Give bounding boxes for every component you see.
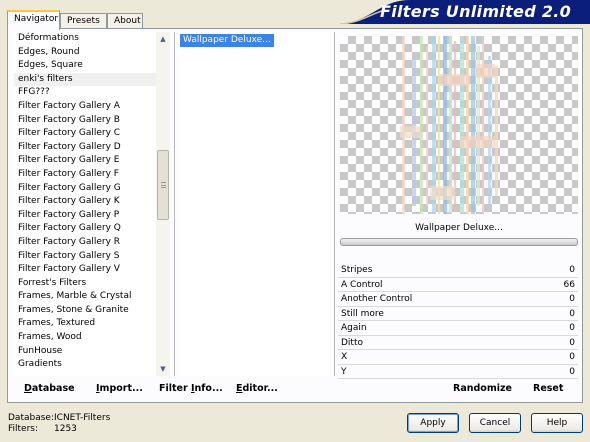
category-item[interactable]: Frames, Stone & Granite: [14, 304, 170, 318]
control-label: Another Control: [341, 294, 413, 304]
category-item[interactable]: Filter Factory Gallery G: [14, 182, 170, 196]
category-item[interactable]: Edges, Square: [14, 59, 170, 73]
database-label: Database:: [8, 413, 54, 423]
control-label: A Control: [341, 279, 383, 290]
panel-button-bar: Database Import... Filter Info... Editor…: [14, 377, 578, 401]
category-item[interactable]: FunHouse: [14, 345, 170, 359]
scroll-up-icon[interactable]: ▲: [156, 32, 170, 46]
category-item[interactable]: Filter Factory Gallery R: [14, 236, 170, 250]
filters-label: Filters:: [8, 424, 39, 434]
filter-preview: [340, 36, 578, 214]
control-value[interactable]: 0: [569, 292, 575, 306]
banner-title: Filters Unlimited 2.0: [380, 2, 572, 21]
category-item[interactable]: Forrest's Filters: [14, 277, 170, 291]
control-label: Ditto: [341, 337, 363, 348]
category-item[interactable]: Filter Factory Gallery Q: [14, 222, 170, 236]
control-label: X: [341, 352, 348, 362]
category-item[interactable]: Filter Factory Gallery E: [14, 154, 170, 168]
grip-icon: [160, 182, 166, 188]
divider: [174, 32, 175, 376]
control-value[interactable]: 0: [569, 307, 575, 321]
category-item[interactable]: Filter Factory Gallery V: [14, 263, 170, 277]
control-row[interactable]: Stripes 0: [338, 263, 578, 278]
control-label: Still more: [341, 308, 384, 319]
preview-progress-bar: [340, 238, 578, 246]
category-item[interactable]: Frames, Wood: [14, 331, 170, 345]
control-value[interactable]: 66: [564, 278, 575, 292]
randomize-button[interactable]: Randomize: [453, 383, 512, 394]
preview-image: [400, 36, 498, 214]
category-item[interactable]: Filter Factory Gallery S: [14, 250, 170, 264]
filter-list[interactable]: Wallpaper Deluxe...: [178, 32, 330, 376]
control-row[interactable]: Ditto 0: [338, 336, 578, 350]
filter-item[interactable]: Wallpaper Deluxe...: [180, 34, 274, 47]
reset-button[interactable]: Reset: [533, 383, 563, 394]
database-value: ICNET-Filters: [54, 413, 111, 423]
category-item[interactable]: enki's filters: [14, 72, 170, 87]
category-item[interactable]: Filter Factory Gallery B: [14, 114, 170, 128]
category-item[interactable]: Frames, Textured: [14, 317, 170, 331]
help-button[interactable]: Help: [531, 413, 583, 433]
editor-button[interactable]: Editor...: [236, 383, 278, 394]
category-scrollbar[interactable]: ▲ ▼: [156, 32, 170, 376]
category-item[interactable]: Filter Factory Gallery F: [14, 168, 170, 182]
cancel-button[interactable]: Cancel: [469, 413, 521, 433]
tab-strip: Navigator Presets About: [7, 10, 147, 30]
control-value[interactable]: 0: [569, 263, 575, 277]
control-row[interactable]: Another Control 0: [338, 292, 578, 307]
control-row[interactable]: A Control 66: [338, 278, 578, 292]
tab-presets[interactable]: Presets: [60, 13, 107, 29]
control-row[interactable]: X0: [338, 350, 578, 365]
control-value[interactable]: 0: [569, 336, 575, 350]
filter-info-button[interactable]: Filter Info...: [159, 383, 223, 394]
control-value[interactable]: 0: [569, 350, 575, 364]
tab-navigator[interactable]: Navigator: [7, 10, 60, 30]
scroll-down-icon[interactable]: ▼: [156, 362, 170, 376]
divider: [334, 32, 335, 376]
preview-caption: Wallpaper Deluxe...: [415, 223, 503, 233]
control-row[interactable]: Still more 0: [338, 307, 578, 321]
control-label: Again: [341, 323, 367, 333]
category-item[interactable]: Filter Factory Gallery A: [14, 100, 170, 114]
apply-button[interactable]: Apply: [407, 413, 459, 433]
title-banner: Filters Unlimited 2.0: [340, 0, 590, 24]
category-item[interactable]: Filter Factory Gallery P: [14, 209, 170, 223]
category-item[interactable]: Gradients: [14, 358, 170, 372]
import-button[interactable]: Import...: [96, 383, 143, 394]
category-item[interactable]: Filter Factory Gallery K: [14, 195, 170, 209]
scroll-thumb[interactable]: [157, 150, 169, 220]
category-item[interactable]: Edges, Round: [14, 46, 170, 60]
filters-count: 1253: [54, 424, 77, 434]
category-item[interactable]: Filter Factory Gallery D: [14, 141, 170, 155]
control-value[interactable]: 0: [569, 321, 575, 335]
category-item[interactable]: Frames, Marble & Crystal: [14, 290, 170, 304]
controls-table: Stripes 0 A Control 66 Another Control 0 Still…: [338, 263, 578, 379]
database-info: Database: ICNET-Filters Filters: 1253: [8, 413, 110, 435]
control-row[interactable]: Again 0: [338, 321, 578, 336]
category-item[interactable]: FFG???: [14, 86, 170, 100]
control-label: Stripes: [341, 265, 373, 275]
database-button[interactable]: Database: [24, 383, 75, 394]
category-item[interactable]: Déformations: [14, 32, 170, 46]
tab-about[interactable]: About: [107, 13, 143, 29]
category-item[interactable]: Filter Factory Gallery C: [14, 127, 170, 141]
category-list[interactable]: Déformations Edges, Round Edges, Square enk…: [14, 32, 170, 376]
